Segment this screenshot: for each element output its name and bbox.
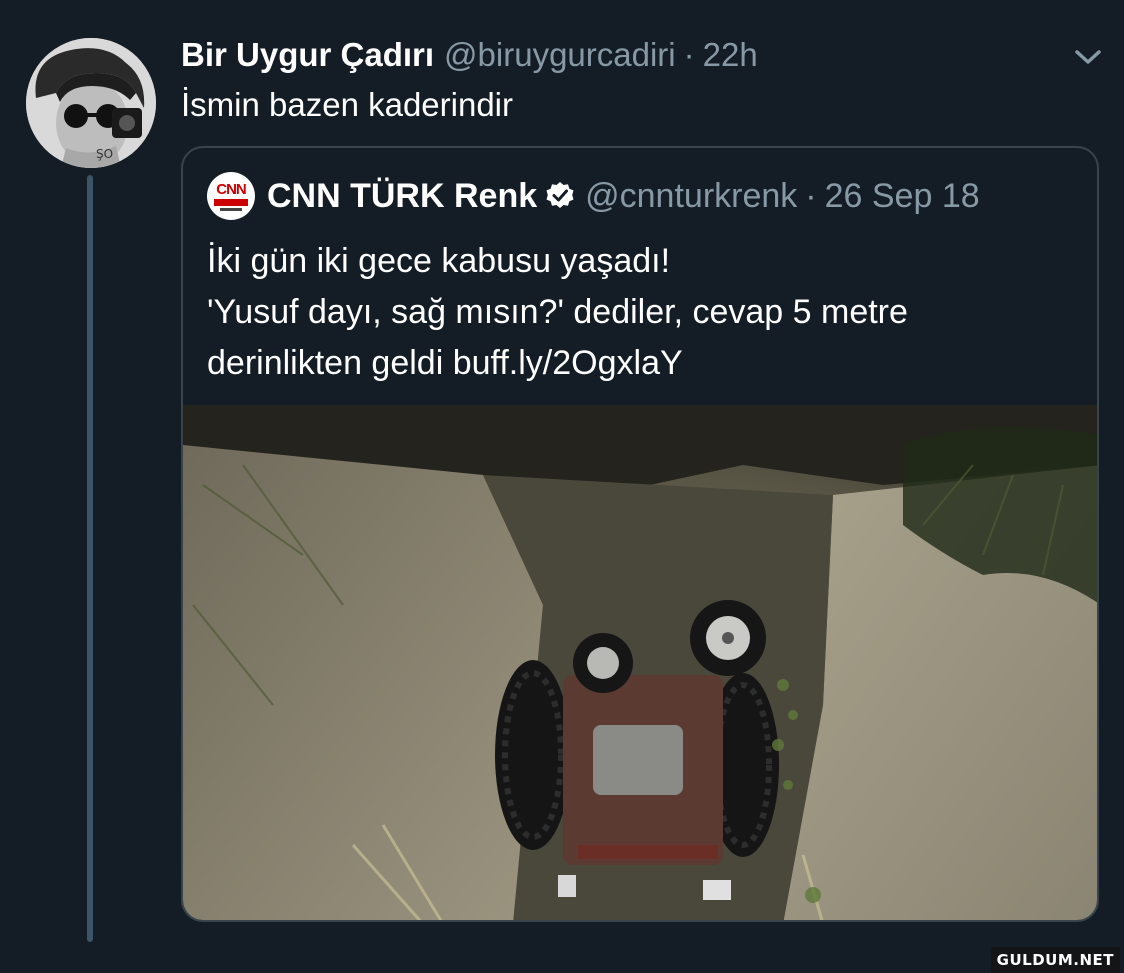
tractor-photo bbox=[183, 405, 1097, 920]
quoted-text-line[interactable]: derinlikten geldi buff.ly/2OgxlaY bbox=[207, 338, 908, 389]
separator: · bbox=[805, 176, 817, 215]
tweet-header: Bir Uygur Çadırı @biruygurcadiri · 22h bbox=[181, 36, 758, 78]
author-handle[interactable]: @biruygurcadiri bbox=[444, 36, 676, 74]
quoted-author-handle[interactable]: @cnnturkrenk bbox=[585, 177, 797, 216]
avatar-image: ŞO bbox=[26, 38, 156, 168]
separator: · bbox=[683, 36, 695, 73]
quoted-tweet-header: CNN CNN TÜRK Renk @cnnturkrenk · 26 Sep … bbox=[207, 172, 980, 220]
chevron-down-icon bbox=[1075, 50, 1101, 64]
quoted-text-line: 'Yusuf dayı, sağ mısın?' dediler, cevap … bbox=[207, 293, 908, 331]
tweet-menu-button[interactable] bbox=[1071, 44, 1105, 70]
quoted-tweet-text: İki gün iki gece kabusu yaşadı! 'Yusuf d… bbox=[207, 236, 908, 389]
quoted-author-name[interactable]: CNN TÜRK Renk bbox=[267, 177, 537, 216]
quoted-tweet-card[interactable]: CNN CNN TÜRK Renk @cnnturkrenk · 26 Sep … bbox=[181, 146, 1099, 922]
verified-badge-icon bbox=[546, 182, 574, 208]
quoted-tweet-date[interactable]: 26 Sep 18 bbox=[825, 177, 980, 216]
tweet-text: İsmin bazen kaderindir bbox=[181, 86, 513, 123]
thread-line bbox=[87, 175, 93, 942]
tweet-time[interactable]: 22h bbox=[703, 36, 758, 74]
tweet-page: ŞO Bir Uygur Çadırı @biruygurcadiri · 22… bbox=[0, 0, 1124, 973]
cnn-logo-text: CNN bbox=[216, 180, 246, 198]
quoted-text-line: İki gün iki gece kabusu yaşadı! bbox=[207, 242, 671, 280]
watermark: GULDUM.NET bbox=[990, 947, 1120, 973]
author-name[interactable]: Bir Uygur Çadırı bbox=[181, 36, 434, 74]
avatar[interactable]: ŞO bbox=[26, 38, 156, 168]
quoted-tweet-photo[interactable] bbox=[183, 405, 1097, 920]
svg-text:ŞO: ŞO bbox=[96, 147, 113, 161]
cnn-turk-logo: CNN bbox=[207, 172, 255, 220]
